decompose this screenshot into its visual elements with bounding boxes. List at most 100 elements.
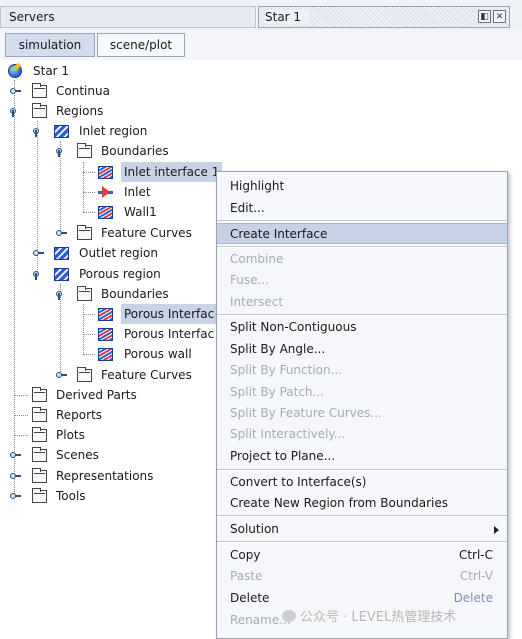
menu-item-label: Paste: [230, 569, 263, 583]
expand-toggle-icon[interactable]: [33, 247, 45, 259]
tab-scene-plot[interactable]: scene/plot: [97, 33, 185, 57]
menu-item-highlight[interactable]: Highlight: [217, 176, 507, 197]
tree-label: Porous Interfac: [124, 327, 215, 341]
menu-item-split-non-contiguous[interactable]: Split Non-Contiguous: [217, 317, 507, 338]
collapse-toggle-icon[interactable]: [56, 288, 68, 300]
tree-label: Outlet region: [79, 246, 158, 260]
menu-separator: [217, 515, 507, 517]
shortcut-label: Ctrl-C: [458, 548, 493, 562]
tree-item-inlet-interface[interactable]: Inlet interface 1: [0, 162, 223, 182]
menu-item-create-new-region[interactable]: Create New Region from Boundaries: [217, 493, 507, 514]
menu-item-copy[interactable]: Copy Ctrl-C: [217, 545, 507, 566]
watermark-text: 公众号 · LEVEL热管理技术: [300, 610, 457, 625]
tree-label: Regions: [56, 104, 104, 118]
tree-item-inlet[interactable]: Inlet: [0, 182, 200, 202]
tree-label: Feature Curves: [101, 368, 192, 382]
tree-item-boundaries[interactable]: Boundaries: [0, 284, 200, 304]
tree-item-outlet-region[interactable]: Outlet region: [0, 243, 200, 263]
tree-label: Boundaries: [101, 287, 169, 301]
window-title: Star 1: [265, 10, 310, 24]
menu-item-split-by-patch: Split By Patch...: [230, 385, 324, 399]
folder-icon: [32, 447, 47, 462]
tree-label: Feature Curves: [101, 226, 192, 240]
tree-item-scenes[interactable]: Scenes: [0, 445, 200, 465]
tree-item-porous-interface[interactable]: Porous Interfac: [0, 304, 216, 324]
tree-item-porous-region[interactable]: Porous region: [0, 264, 200, 284]
close-icon[interactable]: ✕: [493, 10, 506, 23]
servers-label: Servers: [9, 10, 55, 24]
folder-icon: [32, 427, 47, 442]
expand-toggle-icon[interactable]: [56, 369, 68, 381]
menu-item-project-to-plane[interactable]: Project to Plane...: [217, 446, 507, 467]
tree-label: Star 1: [33, 64, 70, 78]
servers-panel-tab[interactable]: Servers: [0, 6, 256, 28]
collapse-toggle-icon[interactable]: [33, 125, 45, 137]
expand-toggle-icon[interactable]: [10, 449, 22, 461]
tree-item-representations[interactable]: Representations: [0, 466, 200, 486]
tree-item-inlet-region[interactable]: Inlet region: [0, 121, 200, 141]
tree-item-feature-curves[interactable]: Feature Curves: [0, 223, 216, 243]
tree-label: Boundaries: [101, 144, 169, 158]
star1-window-tab[interactable]: Star 1 ◧ ✕: [258, 6, 510, 28]
menu-item-split-by-angle[interactable]: Split By Angle...: [217, 339, 507, 360]
tab-simulation[interactable]: simulation: [5, 33, 95, 57]
menu-item-split-by-feature-curves: Split By Feature Curves...: [230, 406, 382, 420]
tree-label: Continua: [56, 84, 110, 98]
menu-item-solution[interactable]: Solution: [217, 519, 507, 540]
menu-item-create-interface[interactable]: Create Interface: [217, 223, 507, 244]
menu-item-label: Delete: [230, 591, 270, 605]
wechat-icon: [282, 610, 296, 622]
context-menu: Highlight Edit... Create Interface Combi…: [216, 171, 508, 639]
collapse-toggle-icon[interactable]: [33, 268, 45, 280]
tree-label: Reports: [56, 408, 103, 422]
menu-separator: [217, 314, 507, 316]
tree-item-porous-wall[interactable]: Porous wall: [0, 344, 200, 364]
expand-toggle-icon[interactable]: [10, 470, 22, 482]
menu-item-intersect: Intersect: [230, 295, 284, 309]
tree-label: Derived Parts: [56, 388, 137, 402]
menu-item-fuse: Fuse...: [230, 273, 269, 287]
tab-bar: simulation scene/plot: [0, 30, 522, 60]
tree-item-continua[interactable]: Continua: [0, 81, 200, 101]
expand-toggle-icon[interactable]: [56, 227, 68, 239]
folder-icon: [32, 83, 47, 98]
boundary-icon: [98, 328, 113, 341]
menu-separator: [217, 541, 507, 543]
tree-item-star1[interactable]: Star 1: [0, 61, 200, 81]
collapse-toggle-icon[interactable]: [10, 105, 22, 117]
folder-icon: [32, 468, 47, 483]
menu-item-paste: Paste Ctrl-V: [217, 566, 507, 587]
tree-item-tools[interactable]: Tools: [0, 486, 200, 506]
tree-item-feature-curves[interactable]: Feature Curves: [0, 365, 216, 385]
region-icon: [54, 268, 69, 281]
tree-label: Porous region: [79, 267, 161, 281]
menu-item-combine: Combine: [230, 252, 284, 266]
tree-item-regions[interactable]: Regions: [0, 101, 200, 121]
folder-icon: [32, 103, 47, 118]
wall-boundary-icon: [98, 206, 113, 219]
shortcut-label: Delete: [453, 591, 493, 605]
shortcut-label: Ctrl-V: [459, 569, 493, 583]
submenu-arrow-icon: [494, 526, 499, 534]
menu-item-convert-to-interface[interactable]: Convert to Interface(s): [217, 472, 507, 493]
boundary-icon: [98, 308, 113, 321]
tree-item-wall1[interactable]: Wall1: [0, 202, 200, 222]
wall-boundary-icon: [98, 348, 113, 361]
collapse-toggle-icon[interactable]: [56, 145, 68, 157]
folder-icon: [77, 143, 92, 158]
folder-icon: [77, 225, 92, 240]
restore-icon[interactable]: ◧: [478, 10, 491, 23]
tree-label: Inlet: [124, 185, 151, 199]
tree-item-reports[interactable]: Reports: [0, 405, 200, 425]
expand-toggle-icon[interactable]: [10, 490, 22, 502]
menu-separator: [217, 220, 507, 222]
expand-toggle-icon[interactable]: [10, 85, 22, 97]
tree-item-plots[interactable]: Plots: [0, 425, 200, 445]
tree-label: Inlet region: [79, 124, 148, 138]
tree-item-derived-parts[interactable]: Derived Parts: [0, 385, 200, 405]
menu-item-edit[interactable]: Edit...: [217, 198, 507, 219]
tree-item-porous-interface[interactable]: Porous Interfac: [0, 324, 216, 344]
menu-item-label: Solution: [230, 522, 279, 536]
region-icon: [54, 247, 69, 260]
tree-item-boundaries[interactable]: Boundaries: [0, 141, 200, 161]
